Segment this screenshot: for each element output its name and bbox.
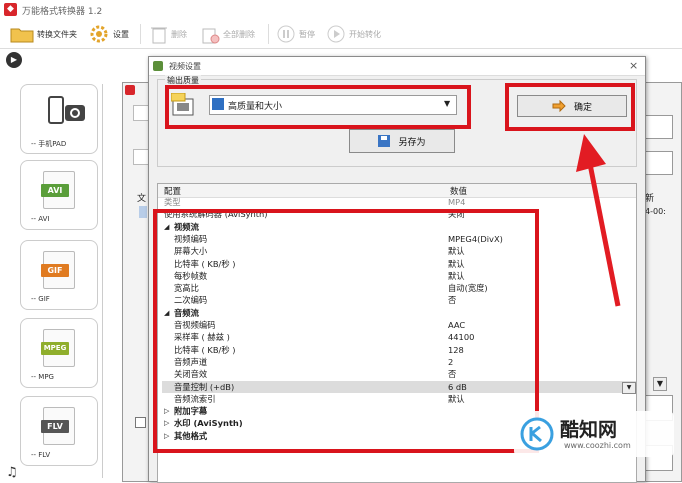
app-logo-icon: ◆ xyxy=(4,3,17,16)
coozhi-logo-icon xyxy=(520,417,554,451)
watermark: 酷知网 www.coozhi.com xyxy=(514,411,674,457)
dialog-logo-icon xyxy=(125,85,135,95)
save-icon xyxy=(378,135,391,147)
close-icon[interactable]: × xyxy=(629,59,638,72)
pause-icon xyxy=(277,25,295,43)
sidebar-item-label: -- 手机PAD xyxy=(31,140,67,148)
sidebar-item-avi[interactable]: AVI -- AVI xyxy=(20,160,98,230)
sidebar-item-mpg[interactable]: MPEG -- MPG xyxy=(20,318,98,388)
highlight-box-settings xyxy=(153,209,539,453)
watermark-brand: 酷知网 xyxy=(560,419,618,441)
bg-input[interactable] xyxy=(645,115,673,139)
sidebar-item-label: -- AVI xyxy=(31,215,50,223)
bg-dropdown-button[interactable]: ▼ xyxy=(653,377,667,391)
sidebar-item-label: -- GIF xyxy=(31,295,50,303)
small-icon xyxy=(133,149,149,165)
highlight-box-quality xyxy=(165,85,471,129)
start-convert-button[interactable]: 开始转化 xyxy=(326,23,381,45)
sidebar-item-phone-pad[interactable]: -- 手机PAD xyxy=(20,84,98,154)
folder-icon xyxy=(10,28,34,43)
grid-row[interactable]: 类型 MP4 xyxy=(162,196,636,208)
dialog-titlebar: 视频设置 × xyxy=(149,57,645,76)
avi-file-icon: AVI xyxy=(41,171,75,209)
save-as-button[interactable]: 另存为 xyxy=(349,129,455,153)
bg-row-selection xyxy=(139,206,147,218)
mpeg-file-icon: MPEG xyxy=(41,329,75,367)
bg-input[interactable] xyxy=(645,151,673,175)
main-toolbar: 转换文件夹 设置 删除 全部删除 暂停 开始转化 xyxy=(0,20,682,49)
sidebar-item-gif[interactable]: GIF -- GIF xyxy=(20,240,98,310)
toolbar-divider xyxy=(140,24,141,44)
bg-checkbox[interactable] xyxy=(135,417,146,428)
delete-button[interactable]: 删除 xyxy=(150,23,187,45)
sidebar-item-label: -- MPG xyxy=(31,373,54,381)
dialog-app-icon xyxy=(153,61,163,71)
setting-name: 类型 xyxy=(164,197,181,207)
pause-button[interactable]: 暂停 xyxy=(276,23,315,45)
dialog-title: 视频设置 xyxy=(169,62,201,71)
app-titlebar: ◆ 万能格式转换器 1.2 xyxy=(0,0,682,21)
app-title: 万能格式转换器 1.2 xyxy=(22,7,103,17)
phone-camera-icon xyxy=(48,96,85,124)
gear-icon xyxy=(90,25,108,43)
trash-all-icon xyxy=(202,28,220,44)
play-circle-icon[interactable]: ▶ xyxy=(6,52,22,68)
setting-value: MP4 xyxy=(448,197,466,207)
sidebar-item-flv[interactable]: FLV -- FLV xyxy=(20,396,98,466)
delete-all-button[interactable]: 全部删除 xyxy=(200,23,255,45)
red-arrow-icon xyxy=(576,134,621,307)
sidebar-item-label: -- FLV xyxy=(31,451,51,459)
chevron-down-icon[interactable]: ▼ xyxy=(622,381,636,394)
sidebar-edge xyxy=(102,84,123,478)
music-note-icon[interactable]: ♫ xyxy=(6,465,18,480)
settings-button[interactable]: 设置 xyxy=(88,23,129,45)
convert-folder-button[interactable]: 转换文件夹 xyxy=(10,23,77,45)
toolbar-divider xyxy=(268,24,269,44)
bg-column-header: 新 xyxy=(645,194,655,204)
flv-file-icon: FLV xyxy=(41,407,75,445)
gif-file-icon: GIF xyxy=(41,251,75,289)
bg-column-header: 文 xyxy=(137,194,147,204)
play-icon xyxy=(327,25,345,43)
watermark-url: www.coozhi.com xyxy=(564,441,631,450)
bg-cell: 4-00: xyxy=(645,207,666,216)
highlight-box-ok xyxy=(505,83,635,131)
trash-icon xyxy=(151,27,167,44)
small-icon xyxy=(133,105,149,121)
